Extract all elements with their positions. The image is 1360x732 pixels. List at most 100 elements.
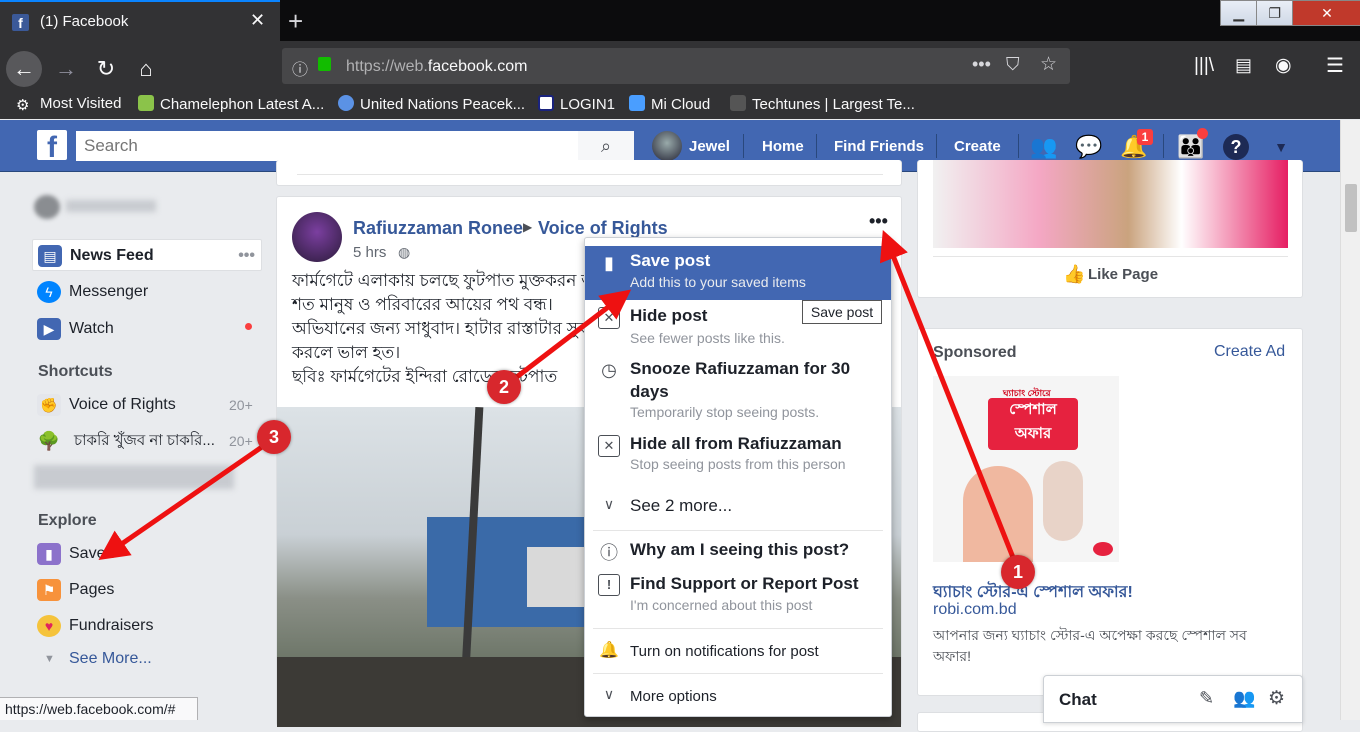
divider — [1018, 134, 1019, 158]
menu-item-notifications[interactable]: 🔔 Turn on notifications for post — [585, 638, 891, 666]
menu-divider — [593, 628, 883, 629]
close-window-icon[interactable]: ✕ — [1291, 1, 1360, 25]
sidebar-item-messenger[interactable]: ϟ Messenger — [32, 276, 262, 308]
pocket-icon[interactable]: ⛉ — [1006, 54, 1020, 75]
author-avatar[interactable] — [292, 212, 342, 262]
bookmark-techtunes[interactable]: Techtunes | Largest Te... — [730, 95, 915, 113]
ad-domain[interactable]: robi.com.bd — [933, 601, 1017, 619]
watch-icon: ▶ — [37, 318, 61, 340]
ad-image[interactable]: ঘ্যাচাং স্টোরে স্পেশাল অফার — [933, 376, 1119, 562]
robi-logo-icon — [1093, 542, 1113, 556]
bell-icon: 🔔 — [599, 642, 619, 659]
home-link[interactable]: Home — [762, 138, 804, 155]
bookmarks-bar: ⚙ Most Visited Chamelephon Latest A... Un… — [0, 93, 1360, 119]
messenger-icon[interactable]: 💬 — [1074, 132, 1104, 162]
forward-icon[interactable]: → — [48, 51, 84, 87]
search-box: ⌕ — [76, 131, 634, 161]
like-page-button[interactable]: Like Page — [1088, 266, 1158, 283]
profile-name-blurred[interactable] — [66, 200, 156, 212]
maximize-icon[interactable]: ❐ — [1256, 1, 1292, 25]
blurred-shortcut[interactable] — [34, 465, 234, 489]
see-more-link[interactable]: ▼ See More... — [32, 643, 262, 675]
chat-settings-gear-icon[interactable]: ⚙ — [1268, 687, 1285, 710]
bookmark-un[interactable]: United Nations Peacek... — [338, 95, 525, 113]
pages-flag-icon: ⚑ — [37, 579, 61, 601]
address-bar[interactable]: ⓘ https://web.facebook.com ••• ⛉ ☆ — [282, 48, 1070, 84]
profile-link[interactable]: Jewel — [689, 138, 730, 155]
bookmark-star-icon[interactable]: ☆ — [1040, 53, 1057, 76]
explore-item-pages[interactable]: ⚑ Pages — [32, 574, 262, 606]
menu-item-see-more[interactable]: ∨ See 2 more... — [585, 492, 891, 524]
back-icon[interactable]: ← — [6, 51, 42, 87]
tab-title: (1) Facebook — [40, 13, 129, 30]
group-name-link[interactable]: Voice of Rights — [538, 218, 668, 239]
friend-requests-icon[interactable]: 👥 — [1029, 132, 1059, 162]
profile-avatar-blurred[interactable] — [34, 195, 60, 219]
search-input[interactable] — [76, 131, 586, 161]
menu-item-why[interactable]: ⓘ Why am I seeing this post? — [585, 538, 891, 566]
clock-icon: ◷ — [601, 360, 617, 380]
account-dropdown-icon[interactable]: ▼ — [1266, 132, 1296, 162]
bookmark-chamelephon[interactable]: Chamelephon Latest A... — [138, 95, 324, 113]
sidebar-icon[interactable]: ▤ — [1235, 55, 1252, 76]
group-chat-icon[interactable]: 👥 — [1233, 688, 1255, 709]
facebook-logo-icon[interactable]: f — [37, 130, 67, 164]
menu-item-hide-all[interactable]: ✕ Hide all from Rafiuzzaman Stop seeing … — [585, 430, 891, 478]
compose-icon[interactable]: ✎ — [1199, 688, 1214, 709]
notification-badge: 1 — [1137, 129, 1153, 145]
explore-item-fundraisers[interactable]: ♥ Fundraisers — [32, 610, 262, 642]
menu-item-more-options[interactable]: ∨ More options — [585, 683, 891, 711]
author-name-link[interactable]: Rafiuzzaman Ronee — [353, 218, 523, 239]
chat-label: Chat — [1059, 690, 1097, 709]
chevron-down-icon: ∨ — [603, 686, 615, 702]
create-link[interactable]: Create — [954, 138, 1001, 155]
menu-item-snooze[interactable]: ◷ Snooze Rafiuzzaman for 30 days Tempora… — [585, 356, 891, 422]
group-icon: ✊ — [37, 394, 61, 416]
library-icon[interactable]: |||\ — [1194, 55, 1214, 77]
post-time[interactable]: 5 hrs — [353, 244, 386, 261]
help-icon[interactable]: ? — [1223, 134, 1249, 160]
explore-item-saved[interactable]: ▮ Saved — [32, 538, 262, 570]
menu-icon[interactable]: ☰ — [1326, 53, 1344, 78]
new-tab-icon[interactable]: + — [288, 6, 303, 37]
menu-item-report[interactable]: ! Find Support or Report Post I'm concer… — [585, 572, 891, 620]
previous-post-card — [276, 160, 902, 186]
minimize-icon[interactable]: ▁ — [1221, 1, 1256, 25]
page-actions-icon[interactable]: ••• — [972, 54, 991, 75]
shopping-bags-image[interactable] — [933, 160, 1288, 248]
close-tab-icon[interactable]: ✕ — [250, 10, 265, 31]
sidebar-item-watch[interactable]: ▶ Watch — [32, 313, 262, 345]
create-ad-link[interactable]: Create Ad — [1214, 343, 1285, 361]
sidebar-item-news-feed[interactable]: ▤ News Feed ••• — [32, 239, 262, 271]
divider — [743, 134, 744, 158]
menu-item-save-post[interactable]: ▮ Save post Add this to your saved items — [585, 246, 891, 300]
bookmark-mi-cloud[interactable]: Mi Cloud — [629, 95, 710, 113]
shortcut-voice-of-rights[interactable]: ✊ Voice of Rights 20+ — [32, 389, 262, 421]
bookmark-login1[interactable]: LOGIN1 — [538, 95, 615, 113]
more-options-icon[interactable]: ••• — [238, 240, 255, 272]
post-text: ফার্মগেটে এলাকায় চলছে ফুটপাত মুক্তকরন অ… — [292, 271, 614, 386]
bookmark-most-visited[interactable]: ⚙ Most Visited — [16, 95, 121, 114]
page-suggestion-card: 👍 Like Page — [917, 160, 1303, 298]
hide-x-icon: ✕ — [598, 307, 620, 329]
browser-tab[interactable]: f (1) Facebook ✕ — [0, 0, 280, 41]
info-icon[interactable]: ⓘ — [292, 56, 308, 80]
browser-tab-bar: f (1) Facebook ✕ + ▁ ❐ ✕ — [0, 0, 1360, 41]
search-icon[interactable]: ⌕ — [578, 131, 634, 161]
home-icon[interactable]: ⌂ — [128, 51, 164, 87]
info-circle-icon: ⓘ — [600, 543, 618, 563]
saved-bookmark-icon: ▮ — [37, 543, 61, 565]
page-scrollbar[interactable] — [1340, 120, 1360, 720]
reload-icon[interactable]: ↻ — [88, 51, 124, 87]
find-friends-link[interactable]: Find Friends — [834, 138, 924, 155]
save-post-tooltip: Save post — [802, 300, 882, 324]
chat-bar[interactable]: Chat ✎ 👥 ⚙ — [1043, 675, 1303, 723]
annotation-badge-3: 3 — [257, 420, 291, 454]
scrollbar-thumb[interactable] — [1345, 184, 1357, 232]
lock-icon — [318, 57, 331, 71]
account-icon[interactable]: ◉ — [1275, 54, 1292, 77]
chevron-down-icon: ▼ — [44, 653, 55, 665]
shortcut-chakri-group[interactable]: 🌳 চাকরি খুঁজব না চাকরি... 20+ — [32, 425, 262, 457]
post-options-icon[interactable]: ••• — [869, 211, 888, 232]
avatar[interactable] — [652, 131, 682, 161]
